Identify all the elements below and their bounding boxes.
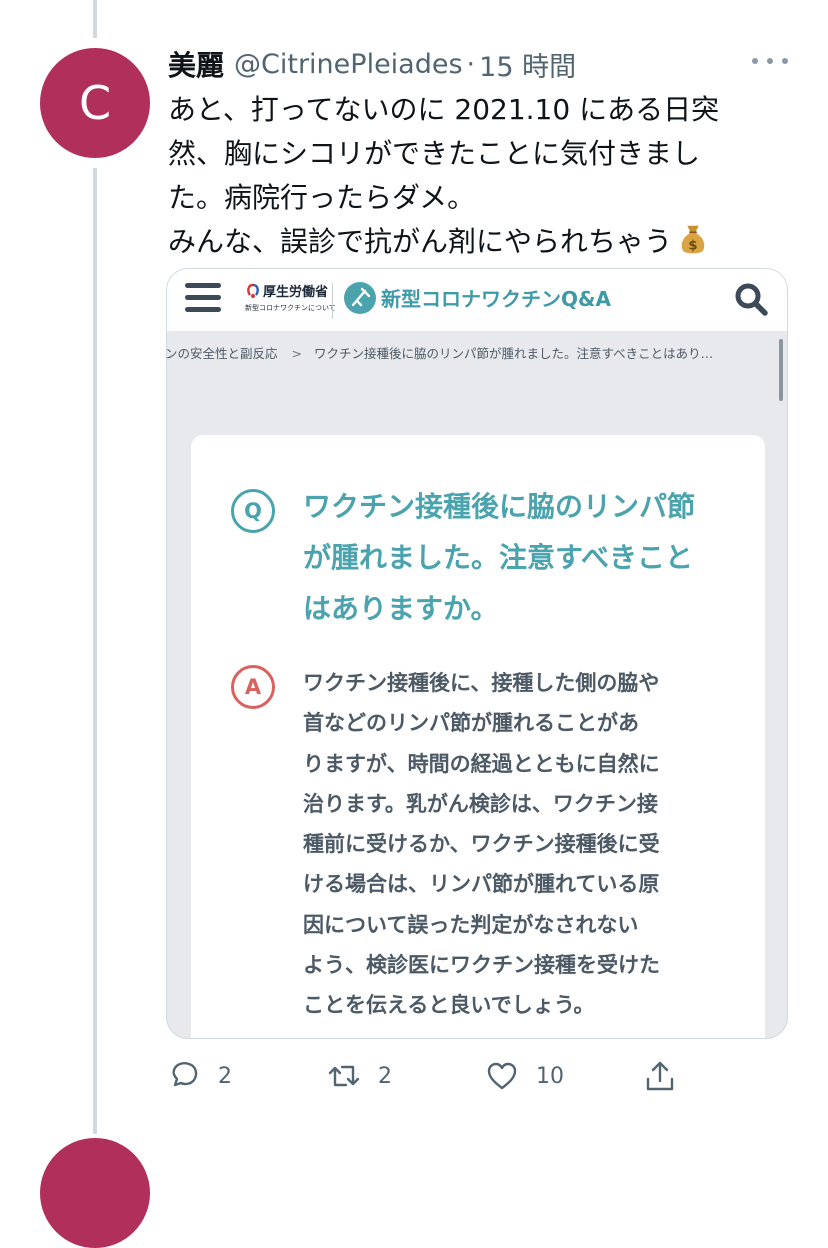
tweet-text-line: 然、胸にシコリができたことに気付きまし xyxy=(168,137,701,170)
answer-badge-label: A xyxy=(244,675,262,699)
menu-icon[interactable] xyxy=(185,279,221,315)
tweet-header: 美麗 @CitrinePleiades · 15 時間 xyxy=(168,44,576,84)
breadcrumb-previous[interactable]: ンの安全性と副反応 xyxy=(167,343,278,362)
answer-line: ワクチン接種後に、接種した側の脇や xyxy=(303,671,660,695)
avatar[interactable]: C xyxy=(40,48,150,158)
answer-text: ワクチン接種後に、接種した側の脇や 首などのリンパ節が腫れることがあ りますが、… xyxy=(303,663,743,1026)
answer-line: ことを伝えると良いでしょう。 xyxy=(303,993,595,1018)
retweet-count: 2 xyxy=(378,1063,392,1089)
answer-line: 治ります。乳がん検診は、ワクチン接 xyxy=(303,791,658,816)
like-count: 10 xyxy=(536,1063,564,1089)
answer-line: 首などのリンパ節が腫れることがあ xyxy=(303,711,639,736)
answer-line: よう、検診医にワクチン接種を受けた xyxy=(303,953,660,978)
user-handle[interactable]: @CitrinePleiades xyxy=(234,49,463,80)
search-icon[interactable] xyxy=(733,281,769,317)
tweet-text-line-last: みんな、誤診で抗がん剤にやられちゃう $ xyxy=(168,220,768,264)
thread-line-bottom xyxy=(93,168,97,1134)
tweet-actions: 2 2 10 xyxy=(166,1054,726,1098)
question-line: が腫れました。注意すべきこと xyxy=(303,541,694,574)
question-text: ワクチン接種後に脇のリンパ節 が腫れました。注意すべきこと はありますか。 xyxy=(303,481,743,634)
share-button[interactable] xyxy=(642,1054,678,1098)
money-bag-icon: $ xyxy=(681,225,705,254)
question-badge-label: Q xyxy=(244,499,262,523)
ministry-logo[interactable]: 厚生労働省 新型コロナワクチンについて xyxy=(245,281,336,319)
ministry-subtitle: 新型コロナワクチンについて xyxy=(245,304,336,312)
answer-line: 種前に受けるか、ワクチン接種後に受 xyxy=(303,832,660,857)
breadcrumb-separator: > xyxy=(291,346,302,361)
site-title[interactable]: 新型コロナワクチンQ&A xyxy=(381,283,611,312)
link-preview-card[interactable]: 厚生労働省 新型コロナワクチンについて 新型コロナワクチンQ&A ンの安全性と副… xyxy=(166,268,788,1039)
answer-line: りますが、時間の経過とともに自然に xyxy=(303,751,660,776)
answer-line: 因について誤った判定がなされない xyxy=(303,912,639,937)
reply-icon xyxy=(172,1062,198,1087)
answer-badge: A xyxy=(231,665,275,709)
vaccine-qa-logo-icon xyxy=(344,282,376,314)
site-header: 厚生労働省 新型コロナワクチンについて 新型コロナワクチンQ&A xyxy=(167,269,787,331)
tweet-text-line: みんな、誤診で抗がん剤にやられちゃう xyxy=(168,225,673,258)
answer-line: ける場合は、リンパ節が腫れている原 xyxy=(303,872,660,897)
header-divider xyxy=(332,283,333,319)
timestamp[interactable]: 15 時間 xyxy=(479,45,576,84)
reply-count: 2 xyxy=(218,1063,232,1089)
question-badge: Q xyxy=(231,489,275,533)
question-line: ワクチン接種後に脇のリンパ節 xyxy=(303,490,696,523)
retweet-icon xyxy=(328,1065,360,1087)
qa-panel: Q ワクチン接種後に脇のリンパ節 が腫れました。注意すべきこと はありますか。 … xyxy=(191,435,765,1038)
like-button[interactable]: 10 xyxy=(484,1054,564,1098)
ministry-emblem-icon xyxy=(247,283,259,298)
tweet-text-line: た。病院行ったらダメ。 xyxy=(168,181,476,214)
tweet-text: あと、打ってないのに 2021.10 にある日突 然、胸にシコリができたことに気… xyxy=(168,88,768,264)
scrollbar[interactable] xyxy=(779,339,783,401)
next-tweet-avatar[interactable] xyxy=(40,1138,150,1248)
reply-button[interactable]: 2 xyxy=(166,1054,232,1098)
question-line: はありますか。 xyxy=(303,592,499,625)
avatar-letter: C xyxy=(78,76,112,130)
display-name[interactable]: 美麗 xyxy=(168,44,224,84)
more-options-icon[interactable] xyxy=(752,46,788,76)
svg-text:$: $ xyxy=(688,238,697,253)
breadcrumb: ンの安全性と副反応 > ワクチン接種後に脇のリンパ節が腫れました。注意すべきことはあ… xyxy=(167,343,767,371)
tweet-text-line: あと、打ってないのに 2021.10 にある日突 xyxy=(168,93,720,126)
heart-icon xyxy=(487,1062,517,1090)
share-icon xyxy=(646,1061,674,1091)
retweet-button[interactable]: 2 xyxy=(326,1054,392,1098)
ministry-name: 厚生労働省 xyxy=(263,285,329,300)
separator-dot: · xyxy=(466,48,476,80)
thread-line-top xyxy=(93,0,97,38)
breadcrumb-current: ワクチン接種後に脇のリンパ節が腫れました。注意すべきことはあり… xyxy=(314,346,714,361)
